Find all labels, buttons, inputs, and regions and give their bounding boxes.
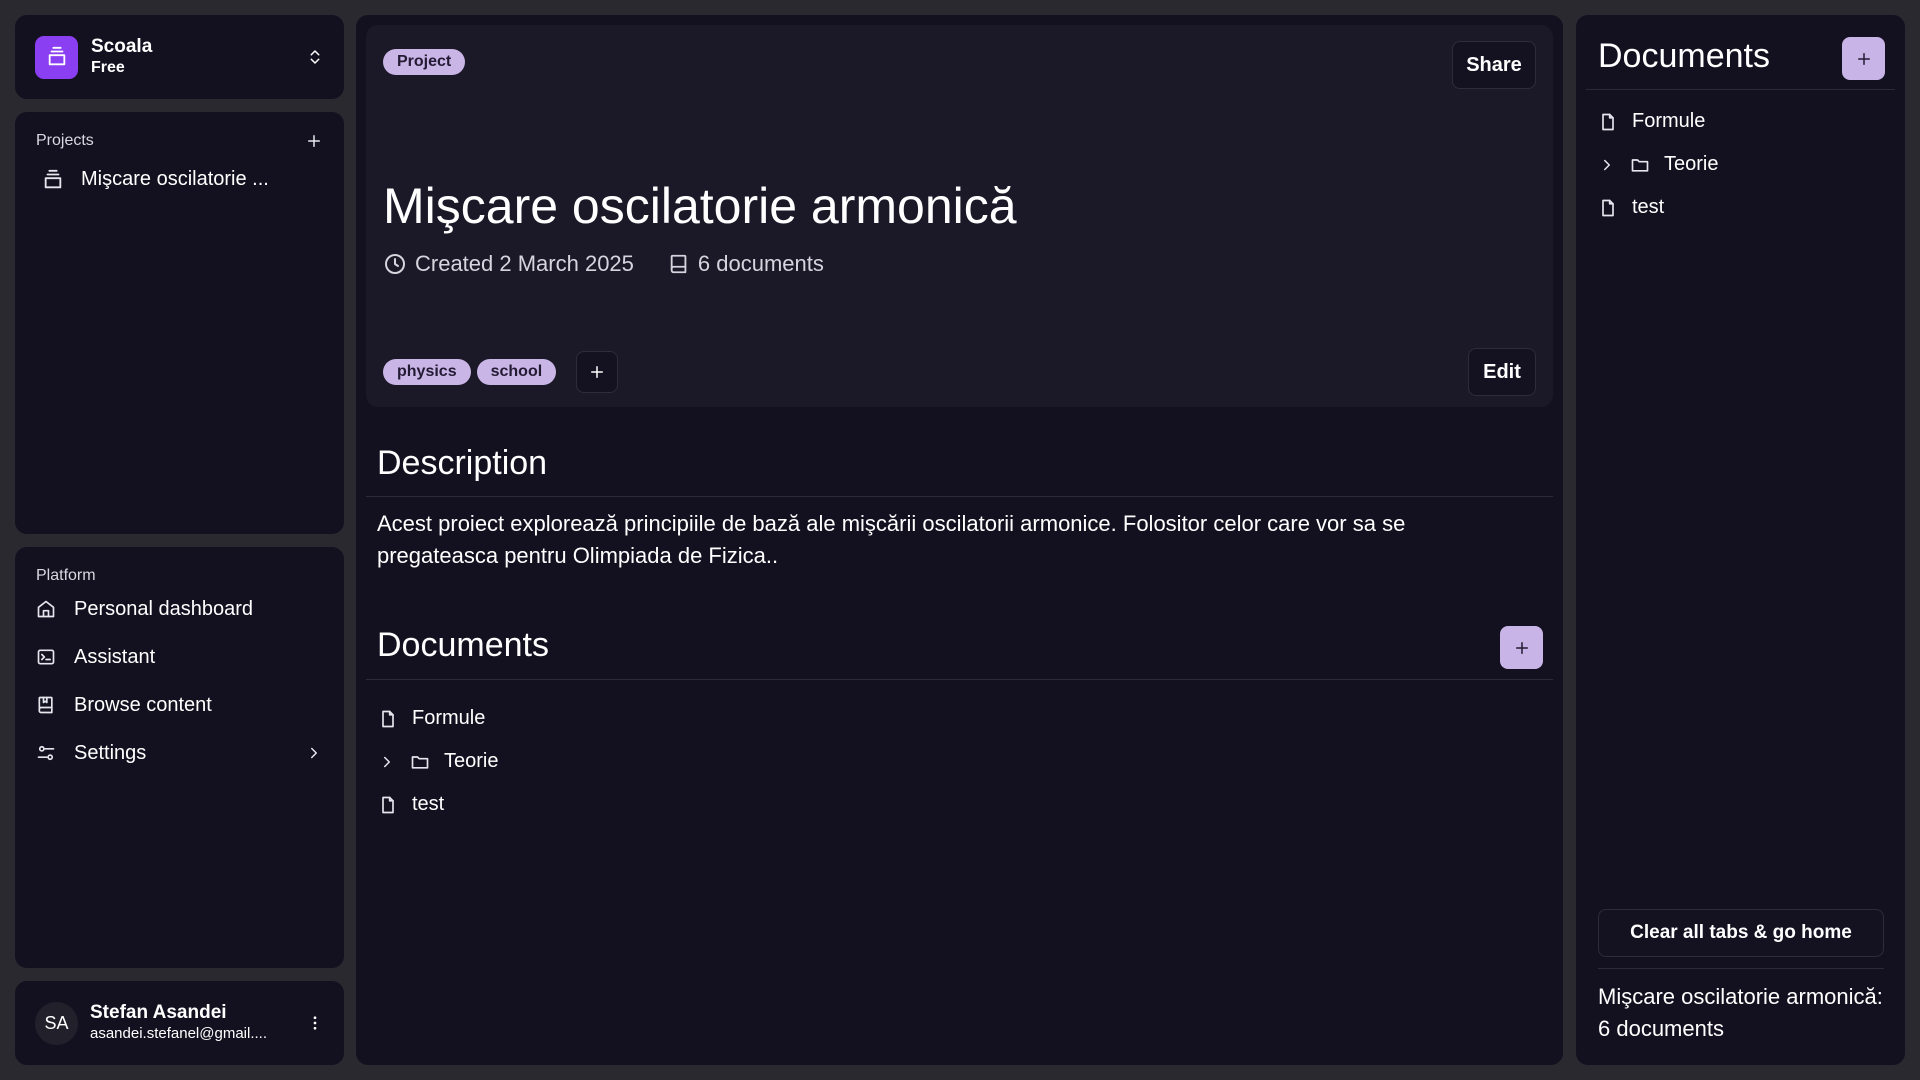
- add-document-button[interactable]: [1842, 37, 1885, 80]
- projects-label: Projects: [36, 132, 94, 149]
- nav-item-label: Personal dashboard: [74, 597, 254, 620]
- file-icon: [1598, 198, 1618, 218]
- documents-heading: Documents: [377, 626, 549, 664]
- divider: [366, 679, 1553, 680]
- add-document-button[interactable]: [1500, 626, 1543, 669]
- tree-item-formule[interactable]: Formule: [378, 697, 498, 740]
- avatar: SA: [35, 1001, 78, 1045]
- tree-item-label: Teorie: [444, 750, 499, 772]
- add-tag-button[interactable]: [576, 351, 619, 393]
- documents-panel: Documents Formule Teorie test Clear all …: [1576, 15, 1905, 1065]
- documents-tree: Formule Teorie test: [378, 697, 498, 826]
- nav-item-assistant[interactable]: Assistant: [36, 633, 323, 681]
- clock-icon: [383, 252, 415, 276]
- plus-icon: [1515, 641, 1528, 654]
- project-item-label: Mişcare oscilatorie ...: [81, 168, 269, 190]
- edit-button[interactable]: Edit: [1468, 348, 1536, 396]
- documents-tree: Formule Teorie test: [1598, 100, 1718, 229]
- nav-item-personal-dashboard[interactable]: Personal dashboard: [36, 585, 323, 633]
- file-icon: [378, 795, 398, 815]
- tree-item-formule[interactable]: Formule: [1598, 100, 1718, 143]
- tree-item-label: Teorie: [1664, 153, 1719, 175]
- folder-icon: [410, 752, 430, 772]
- user-email: asandei.stefanel@gmail....: [90, 1025, 267, 1042]
- tree-item-test[interactable]: test: [1598, 186, 1718, 229]
- user-name: Stefan Asandei: [90, 1002, 227, 1023]
- share-button[interactable]: Share: [1452, 41, 1536, 89]
- workspace-name: Scoala: [91, 36, 153, 57]
- book-icon: [668, 253, 698, 275]
- tree-item-label: test: [412, 793, 445, 815]
- archive-icon: [42, 169, 64, 191]
- file-icon: [1598, 112, 1618, 132]
- settings-icon: [36, 743, 58, 763]
- documents-count: 6 documents: [668, 251, 824, 277]
- clear-tabs-button[interactable]: Clear all tabs & go home: [1598, 909, 1884, 957]
- home-icon: [36, 599, 58, 619]
- workspace-switcher[interactable]: Scoala Free: [15, 15, 344, 99]
- add-project-icon[interactable]: [305, 132, 323, 150]
- tag-physics[interactable]: physics: [383, 359, 471, 385]
- folder-icon: [1630, 155, 1650, 175]
- nav-item-label: Settings: [74, 741, 147, 764]
- page-title: Mişcare oscilatorie armonică: [383, 178, 1017, 234]
- tree-item-teorie[interactable]: Teorie: [378, 740, 498, 783]
- user-menu[interactable]: SA Stefan Asandei asandei.stefanel@gmail…: [15, 981, 344, 1065]
- description-heading: Description: [377, 444, 548, 482]
- tree-item-label: Formule: [412, 707, 486, 729]
- chevron-right-icon: [305, 744, 323, 762]
- tree-item-label: Formule: [1632, 110, 1706, 132]
- created-date: Created 2 March 2025: [383, 251, 634, 277]
- tree-item-test[interactable]: test: [378, 783, 498, 826]
- platform-section: Platform Personal dashboard Assistant Br…: [15, 547, 344, 968]
- platform-label: Platform: [36, 567, 96, 584]
- file-icon: [378, 709, 398, 729]
- chevrons-up-down-icon[interactable]: [306, 48, 324, 66]
- divider: [1586, 89, 1895, 90]
- created-text: Created 2 March 2025: [415, 251, 634, 276]
- tag-school[interactable]: school: [476, 359, 557, 385]
- terminal-icon: [36, 647, 58, 667]
- tree-item-label: test: [1632, 196, 1665, 218]
- nav-item-browse-content[interactable]: Browse content: [36, 681, 323, 729]
- workspace-logo-icon: [35, 35, 78, 79]
- book-icon: [36, 695, 58, 715]
- main-content: Project Share Mişcare oscilatorie armoni…: [356, 15, 1563, 1065]
- project-item[interactable]: Mişcare oscilatorie ...: [36, 168, 323, 191]
- project-badge: Project: [383, 49, 466, 75]
- documents-count-text: 6 documents: [697, 251, 824, 276]
- divider: [1598, 968, 1884, 969]
- nav-item-label: Assistant: [74, 645, 156, 668]
- nav-item-settings[interactable]: Settings: [36, 729, 323, 777]
- project-summary: Mişcare oscilatorie armonică: 6 document…: [1598, 984, 1883, 1041]
- plus-icon: [1857, 52, 1870, 65]
- workspace-plan: Free: [91, 59, 125, 76]
- project-meta: Created 2 March 2025 6 documents: [383, 251, 824, 277]
- project-header: Project Share Mişcare oscilatorie armoni…: [366, 25, 1553, 407]
- chevron-right-icon[interactable]: [378, 753, 396, 771]
- divider: [366, 496, 1553, 497]
- more-vertical-icon[interactable]: [306, 1014, 324, 1032]
- description-text: Acest proiect explorează principiile de …: [377, 511, 1406, 568]
- tag-list: physics school: [383, 351, 619, 393]
- tree-item-teorie[interactable]: Teorie: [1598, 143, 1718, 186]
- chevron-right-icon[interactable]: [1598, 156, 1616, 174]
- plus-icon: [591, 366, 604, 378]
- projects-section: Projects Mişcare oscilatorie ...: [15, 112, 344, 534]
- nav-item-label: Browse content: [74, 693, 212, 716]
- panel-title: Documents: [1598, 37, 1770, 75]
